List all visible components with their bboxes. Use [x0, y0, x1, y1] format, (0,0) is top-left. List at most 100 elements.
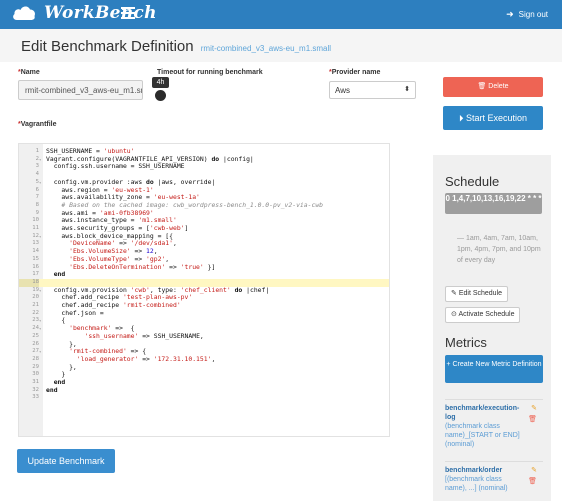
play-circle-icon: ⏵	[458, 113, 464, 123]
code-line[interactable]: 22 chef.json =	[19, 309, 389, 318]
activate-schedule-label: Activate Schedule	[458, 311, 515, 318]
name-label-text: Name	[20, 69, 40, 76]
line-number: 9	[35, 209, 39, 216]
metric-name-link[interactable]: benchmark/execution-log	[445, 404, 521, 422]
delete-button[interactable]: 🗑 Delete	[443, 77, 543, 97]
brand-name: WorkBench	[44, 3, 157, 23]
page-title-text: Edit Benchmark Definition	[21, 38, 194, 55]
code-line[interactable]: 29 },	[19, 363, 389, 372]
line-number: 6	[35, 186, 39, 193]
fold-arrow-icon[interactable]: ▾	[39, 317, 41, 325]
line-number: 23	[32, 317, 39, 324]
code-text: end	[46, 385, 58, 394]
line-number: 19	[32, 286, 39, 293]
fold-arrow-icon[interactable]: ▾	[39, 179, 41, 187]
code-text: config.ssh.username = SSH_USERNAME	[46, 162, 185, 171]
line-number: 27	[32, 348, 39, 355]
edit-schedule-button[interactable]: ✎ Edit Schedule	[445, 286, 509, 302]
line-number: 1	[35, 148, 39, 154]
line-number: 17	[32, 271, 39, 278]
select-arrows-icon: ⬍	[404, 86, 410, 93]
code-line[interactable]: 3 config.ssh.username = SSH_USERNAME	[19, 162, 389, 171]
brand[interactable]: WorkBench	[12, 3, 157, 23]
code-line[interactable]: 30 }	[19, 371, 389, 379]
pencil-icon[interactable]: ✎	[531, 404, 537, 412]
line-number: 15	[32, 255, 39, 262]
fold-arrow-icon[interactable]: ▾	[39, 287, 41, 295]
metric-description: (benchmark class name)_[START or END] (n…	[445, 423, 520, 448]
create-metric-button[interactable]: + Create New Metric Definition	[445, 355, 543, 383]
line-number: 20	[32, 294, 39, 301]
metrics-heading: Metrics	[445, 335, 487, 350]
sign-out-icon: ➜	[506, 9, 514, 19]
line-number: 31	[32, 379, 39, 385]
code-line[interactable]: 17 end	[19, 270, 389, 279]
line-number: 25	[32, 332, 39, 339]
timeout-slider-handle[interactable]	[155, 90, 166, 101]
fold-arrow-icon[interactable]: ▾	[39, 325, 41, 333]
provider-select[interactable]: Aws ⬍	[329, 81, 416, 99]
fold-arrow-icon[interactable]: ▾	[39, 348, 41, 356]
timeout-label: Timeout for running benchmark	[157, 69, 263, 76]
page-header: Edit Benchmark Definition rmit-combined_…	[0, 29, 562, 62]
metric-item: benchmark/execution-log (benchmark class…	[445, 399, 543, 449]
play-circle-icon: ⊙	[451, 311, 457, 318]
schedule-heading: Schedule	[445, 174, 500, 189]
fold-arrow-icon[interactable]: ▾	[39, 233, 41, 241]
name-input[interactable]: rmit-combined_v3_aws-eu_m1.sm	[18, 80, 143, 100]
line-number: 18	[19, 278, 39, 287]
line-number: 26	[32, 340, 39, 347]
trash-icon[interactable]: 🗑	[528, 415, 537, 423]
provider-label-text: Provider name	[331, 69, 381, 76]
line-number: 8	[35, 201, 39, 208]
start-execution-label: Start Execution	[466, 113, 528, 123]
menu-toggle-icon[interactable]	[121, 7, 135, 21]
code-line[interactable]: 32 end	[19, 385, 389, 395]
page-title: Edit Benchmark Definition rmit-combined_…	[21, 38, 331, 55]
activate-schedule-button[interactable]: ⊙ Activate Schedule	[445, 307, 521, 323]
fold-arrow-icon[interactable]: ▾	[39, 156, 41, 164]
start-execution-button[interactable]: ⏵ Start Execution	[443, 106, 543, 130]
line-number: 10	[32, 217, 39, 224]
sign-out-link[interactable]: ➜ Sign out	[506, 9, 548, 20]
code-line[interactable]: 31 end	[19, 378, 389, 387]
line-number: 3	[35, 163, 39, 170]
line-number: 22	[32, 309, 39, 316]
line-number: 13	[32, 240, 39, 247]
provider-label: *Provider name	[329, 69, 380, 76]
line-number: 29	[32, 363, 39, 370]
vagrantfile-label: *Vagrantfile	[18, 121, 57, 128]
pencil-icon[interactable]: ✎	[531, 466, 537, 474]
navbar: WorkBench ➜ Sign out	[0, 0, 562, 29]
line-number: 33	[32, 394, 39, 401]
update-benchmark-button[interactable]: Update Benchmark	[17, 449, 115, 473]
trash-icon: 🗑	[477, 83, 487, 90]
metric-item: benchmark/order [(benchmark class name),…	[445, 461, 543, 493]
line-number: 14	[32, 248, 39, 255]
schedule-description: — 1am, 4am, 7am, 10am, 1pm, 4pm, 7pm, an…	[457, 235, 541, 264]
provider-select-value: Aws	[335, 86, 350, 95]
code-line[interactable]: 33	[19, 394, 389, 402]
vagrantfile-editor[interactable]: 1 SSH_USERNAME = 'ubuntu' 2 ▾ Vagrant.config…	[18, 143, 390, 437]
name-label: *Name	[18, 69, 40, 76]
pencil-icon: ✎	[451, 290, 457, 297]
line-number: 21	[32, 302, 39, 308]
cloud-icon	[13, 6, 35, 20]
code-text: end	[53, 270, 66, 279]
line-number: 7	[35, 194, 39, 201]
code-line[interactable]: 16 'Ebs.DeleteOnTermination' => 'true' }…	[19, 262, 389, 272]
plus-icon: +	[446, 361, 451, 368]
edit-schedule-label: Edit Schedule	[458, 290, 503, 297]
line-number: 11	[32, 225, 39, 231]
line-number: 32	[32, 386, 39, 393]
code-text: 'Ebs.DeleteOnTermination' => 'true' }]	[69, 262, 216, 271]
create-metric-label: Create New Metric Definition	[452, 361, 542, 368]
metric-name-link[interactable]: benchmark/order	[445, 466, 521, 475]
trash-icon[interactable]: 🗑	[528, 477, 537, 485]
sign-out-label: Sign out	[518, 10, 548, 19]
vagrantfile-label-text: Vagrantfile	[20, 121, 57, 128]
timeout-slider-track[interactable]	[161, 93, 311, 97]
line-number: 12	[32, 232, 39, 239]
timeout-slider-tooltip: 4h	[152, 77, 169, 88]
delete-button-label: Delete	[488, 83, 509, 90]
